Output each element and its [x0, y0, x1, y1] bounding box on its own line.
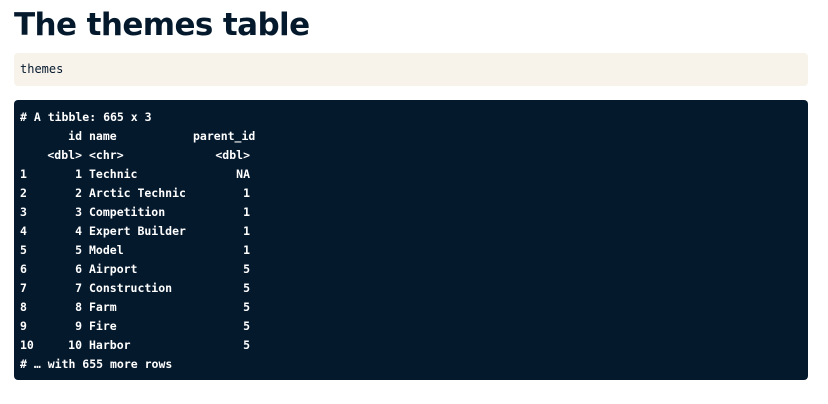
table-row: 6 6 Airport 5 — [20, 260, 802, 279]
cell-id: 10 — [68, 338, 82, 352]
cell-name: Arctic Technic — [89, 186, 186, 200]
cell-id: 2 — [75, 186, 82, 200]
code-input-text: themes — [20, 62, 64, 76]
cell-parent-id: 5 — [243, 281, 250, 295]
row-index: 10 — [20, 338, 34, 352]
cell-id: 1 — [75, 167, 82, 181]
cell-parent-id: 1 — [243, 224, 250, 238]
table-row: 1 1 Technic NA — [20, 165, 802, 184]
table-row: 4 4 Expert Builder 1 — [20, 222, 802, 241]
row-index: 5 — [20, 243, 27, 257]
cell-parent-id: 1 — [243, 186, 250, 200]
tibble-footer: # … with 655 more rows — [20, 357, 173, 371]
page: The themes table themes # A tibble: 665 … — [0, 0, 828, 404]
column-header-id: id — [68, 129, 82, 143]
page-title: The themes table — [14, 7, 310, 43]
cell-parent-id: 5 — [243, 300, 250, 314]
cell-parent-id: 5 — [243, 319, 250, 333]
table-row: 3 3 Competition 1 — [20, 203, 802, 222]
cell-id: 9 — [75, 319, 82, 333]
cell-parent-id: 5 — [243, 338, 250, 352]
cell-parent-id: NA — [236, 167, 250, 181]
table-row: 5 5 Model 1 — [20, 241, 802, 260]
column-header-name: name — [89, 129, 117, 143]
table-row: 10 10 Harbor 5 — [20, 336, 802, 355]
row-index: 7 — [20, 281, 27, 295]
table-row: 9 9 Fire 5 — [20, 317, 802, 336]
cell-name: Fire — [89, 319, 117, 333]
cell-id: 8 — [75, 300, 82, 314]
code-input-block[interactable]: themes — [14, 53, 808, 86]
row-index: 9 — [20, 319, 27, 333]
cell-parent-id: 1 — [243, 205, 250, 219]
cell-id: 3 — [75, 205, 82, 219]
column-type-parent-id: <dbl> — [215, 148, 250, 162]
tibble-header: # A tibble: 665 x 3 — [20, 110, 152, 124]
table-row: 2 2 Arctic Technic 1 — [20, 184, 802, 203]
column-type-name: <chr> — [89, 148, 124, 162]
cell-name: Competition — [89, 205, 166, 219]
cell-name: Harbor — [89, 338, 131, 352]
row-index: 6 — [20, 262, 27, 276]
row-index: 8 — [20, 300, 27, 314]
cell-id: 6 — [75, 262, 82, 276]
table-row: 8 8 Farm 5 — [20, 298, 802, 317]
cell-name: Construction — [89, 281, 173, 295]
tibble-output: # A tibble: 665 x 3 id name parent_id <dbl> <… — [20, 108, 802, 374]
cell-name: Airport — [89, 262, 138, 276]
table-row: 7 7 Construction 5 — [20, 279, 802, 298]
row-index: 3 — [20, 205, 27, 219]
column-header-row: id name parent_id — [20, 127, 802, 146]
cell-id: 4 — [75, 224, 82, 238]
cell-id: 7 — [75, 281, 82, 295]
cell-name: Technic — [89, 167, 138, 181]
cell-parent-id: 5 — [243, 262, 250, 276]
console-output: # A tibble: 665 x 3 id name parent_id <dbl> <… — [14, 100, 808, 380]
row-index: 1 — [20, 167, 27, 181]
cell-name: Farm — [89, 300, 117, 314]
column-header-parent-id: parent_id — [193, 129, 256, 143]
column-type-row: <dbl> <chr> <dbl> — [20, 146, 802, 165]
cell-id: 5 — [75, 243, 82, 257]
row-index: 2 — [20, 186, 27, 200]
cell-name: Model — [89, 243, 124, 257]
cell-parent-id: 1 — [243, 243, 250, 257]
column-type-id: <dbl> — [47, 148, 82, 162]
tibble-rows: 1 1 Technic NA 2 2 Arctic Technic 1 3 3 Competitio… — [20, 165, 802, 355]
row-index: 4 — [20, 224, 27, 238]
cell-name: Expert Builder — [89, 224, 186, 238]
